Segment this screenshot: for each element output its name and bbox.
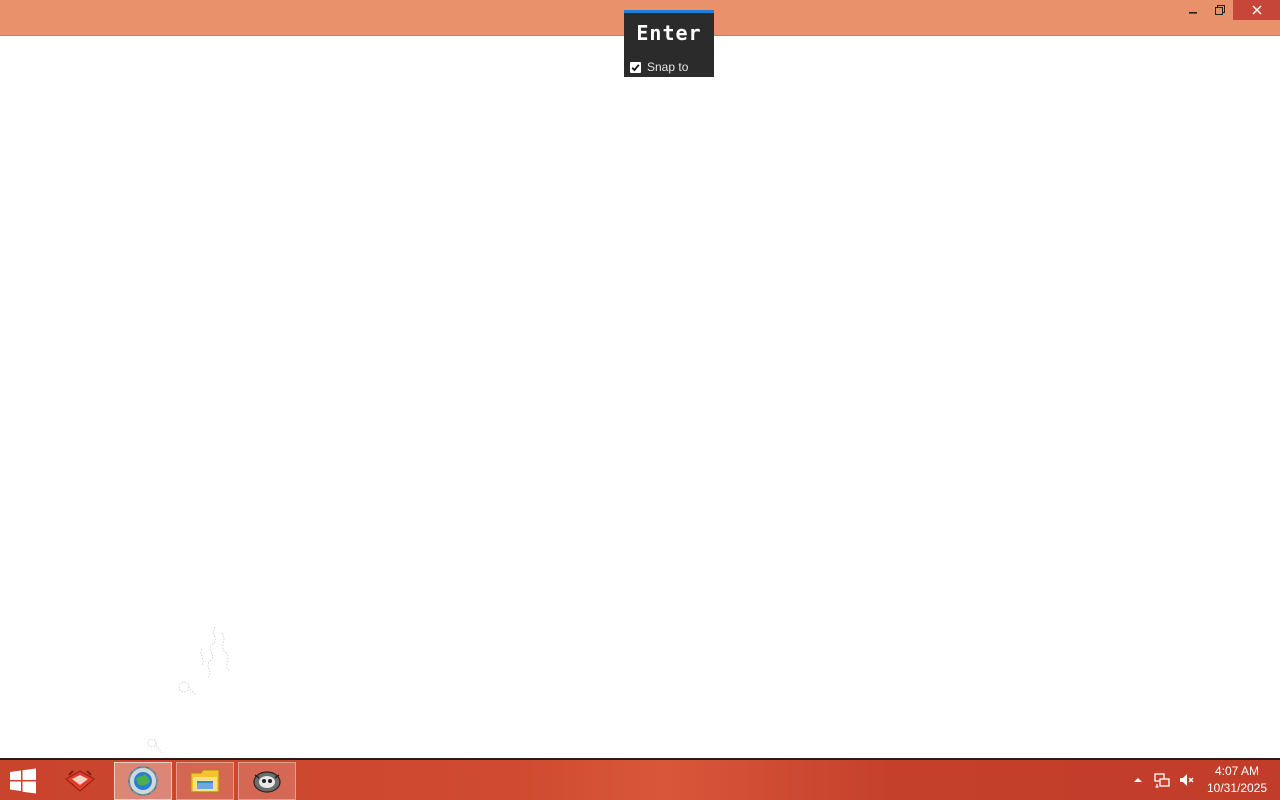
taskbar-clock[interactable]: 4:07 AM 10/31/2025: [1202, 760, 1272, 800]
restore-icon: [1214, 5, 1225, 15]
checkmark-icon: [631, 63, 640, 71]
windows-logo-icon: [10, 768, 36, 794]
taskbar: 4:07 AM 10/31/2025: [0, 758, 1280, 800]
taskbar-app-browser[interactable]: [114, 762, 172, 800]
system-tray: 4:07 AM 10/31/2025: [1126, 760, 1280, 800]
sketch-marks: [147, 626, 231, 754]
volume-muted-icon: [1180, 774, 1194, 786]
close-button[interactable]: [1233, 0, 1280, 20]
popup-title: Enter: [636, 21, 702, 45]
network-icon: [1154, 773, 1170, 788]
enter-popup: Enter Snap to: [624, 10, 714, 77]
snap-to-label: Snap to: [647, 60, 689, 74]
snap-to-checkbox[interactable]: [630, 61, 641, 73]
close-icon: [1252, 5, 1261, 15]
start-button[interactable]: [8, 768, 38, 794]
snap-to-option[interactable]: Snap to: [630, 60, 688, 74]
restore-button[interactable]: [1206, 0, 1233, 20]
red-app-icon: [65, 770, 95, 792]
window-controls: [1179, 0, 1280, 22]
gimp-icon: [253, 771, 281, 793]
minimize-button[interactable]: [1179, 0, 1206, 20]
tray-overflow-button[interactable]: [1126, 760, 1150, 800]
clock-time: 4:07 AM: [1214, 764, 1260, 778]
file-explorer-icon: [190, 769, 220, 793]
taskbar-app-explorer[interactable]: [176, 762, 234, 800]
browser-globe-icon: [128, 766, 158, 796]
chevron-up-icon: [1134, 778, 1142, 782]
taskbar-app-gimp[interactable]: [238, 762, 296, 800]
network-button[interactable]: [1150, 760, 1174, 800]
taskbar-app-red[interactable]: [51, 762, 109, 800]
clock-date: 10/31/2025: [1206, 781, 1268, 795]
minimize-icon: [1188, 12, 1197, 14]
volume-button[interactable]: [1174, 760, 1198, 800]
